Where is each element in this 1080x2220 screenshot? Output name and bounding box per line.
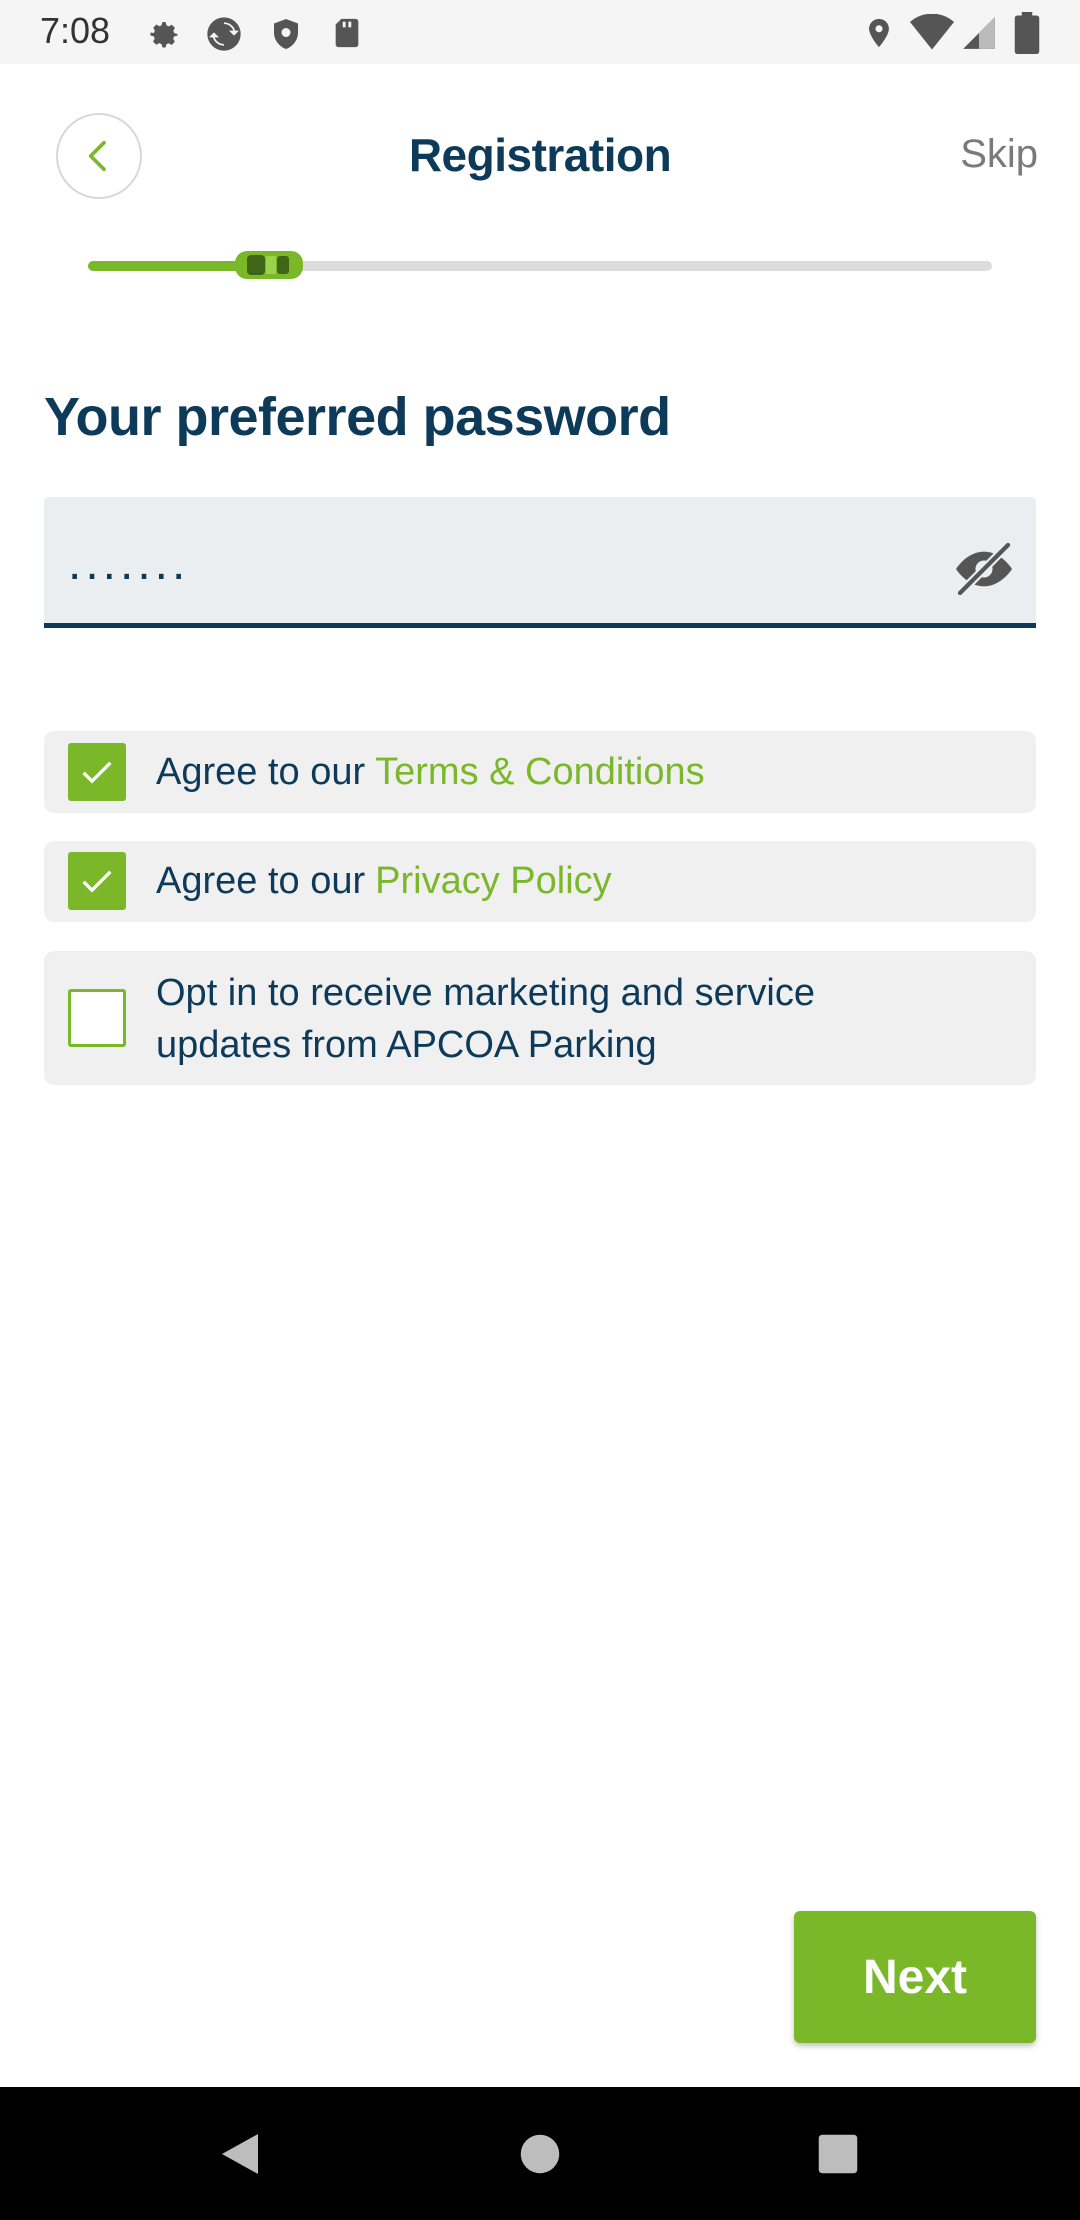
- sd-card-icon: [335, 18, 359, 48]
- skip-button[interactable]: Skip: [960, 132, 1038, 177]
- shield-icon: [274, 19, 298, 49]
- back-icon: [222, 2133, 258, 2174]
- navigation-bar: [0, 2087, 1080, 2220]
- terms-label: Agree to our Terms & Conditions: [156, 746, 705, 798]
- page-title: Registration: [408, 129, 672, 181]
- wifi-icon: [910, 14, 954, 50]
- status-time: 7:08: [40, 10, 111, 51]
- nav-back-button[interactable]: [180, 2087, 300, 2220]
- recents-icon: [818, 2134, 858, 2173]
- checkmark-icon: [82, 870, 112, 893]
- location-icon: [869, 18, 889, 48]
- battery-icon: [1014, 12, 1040, 54]
- settings-icon: [150, 22, 178, 48]
- privacy-prefix: Agree to our: [156, 860, 366, 902]
- password-section-title: Your preferred password: [44, 387, 671, 447]
- terms-row[interactable]: Agree to our Terms & Conditions: [44, 731, 1036, 813]
- marketing-label-line1: Opt in to receive marketing and service: [156, 972, 815, 1014]
- marketing-label-line2: updates from APCOA Parking: [156, 1024, 657, 1066]
- nav-home-button[interactable]: [480, 2087, 600, 2220]
- signal-icon: [963, 17, 995, 49]
- eye-off-icon[interactable]: [952, 537, 1016, 601]
- privacy-checkbox[interactable]: [68, 852, 126, 910]
- terms-prefix: Agree to our: [156, 751, 366, 793]
- checkmark-icon: [82, 761, 112, 784]
- nav-recents-button[interactable]: [778, 2087, 898, 2220]
- password-input[interactable]: [68, 533, 928, 593]
- password-field[interactable]: [44, 497, 1036, 628]
- marketing-row[interactable]: Opt in to receive marketing and service …: [44, 951, 1036, 1085]
- sync-icon: [207, 17, 241, 51]
- home-icon: [520, 2134, 560, 2173]
- terms-link[interactable]: Terms & Conditions: [375, 751, 704, 793]
- marketing-checkbox[interactable]: [68, 989, 126, 1047]
- car-icon: [235, 251, 303, 279]
- privacy-link[interactable]: Privacy Policy: [375, 860, 612, 902]
- privacy-row[interactable]: Agree to our Privacy Policy: [44, 841, 1036, 922]
- privacy-label: Agree to our Privacy Policy: [156, 855, 612, 907]
- status-bar: 7:08: [0, 0, 1080, 64]
- terms-checkbox[interactable]: [68, 743, 126, 801]
- marketing-label: Opt in to receive marketing and service …: [156, 967, 815, 1071]
- next-button[interactable]: Next: [794, 1911, 1036, 2043]
